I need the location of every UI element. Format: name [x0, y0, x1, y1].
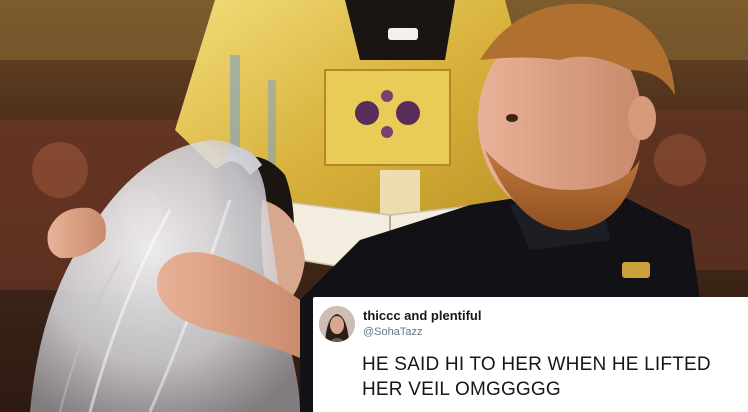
tweet-handle: @SohaTazz [363, 326, 423, 338]
user-avatar [319, 306, 355, 342]
gem-right [396, 101, 420, 125]
uniform-insignia [622, 262, 650, 278]
wedding-meme-image: thiccc and plentiful @SohaTazz HE SAID H… [0, 0, 748, 412]
tweet-display-name: thiccc and plentiful [363, 308, 482, 323]
gem-left [355, 101, 379, 125]
tweet-text: HE SAID HI TO HER WHEN HE LIFTED HER VEI… [362, 354, 711, 400]
avatar-portrait-icon [319, 306, 355, 342]
tweet-card: thiccc and plentiful @SohaTazz HE SAID H… [313, 297, 748, 412]
